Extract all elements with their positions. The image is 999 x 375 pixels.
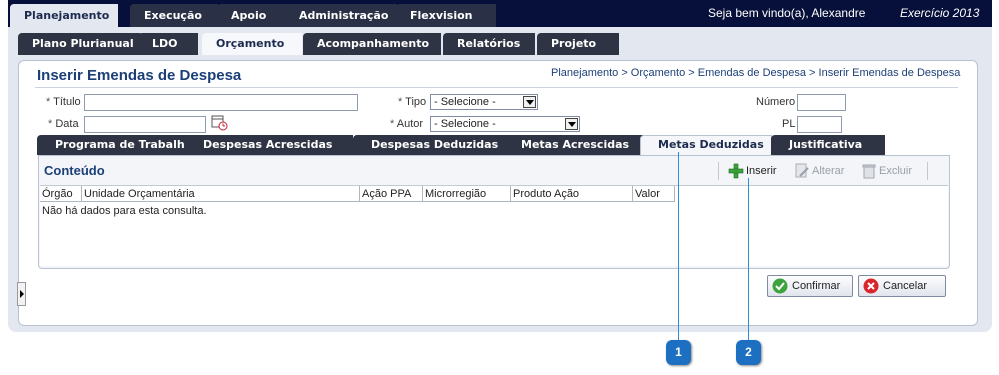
trash-icon — [862, 164, 876, 179]
main-tab-planejamento[interactable]: Planejamento — [10, 4, 118, 27]
tab-label: Programa de Trabalho — [55, 138, 193, 151]
edit-icon — [795, 163, 809, 178]
callout-marker: 2 — [736, 340, 761, 365]
titulo-label: * Título — [46, 96, 81, 108]
main-tab-apoio[interactable]: Apoio — [217, 4, 287, 27]
main-tab-label: Execução — [144, 9, 202, 22]
tipo-select[interactable]: - Selecione - — [430, 94, 538, 110]
add-icon — [728, 163, 744, 179]
main-tab-execucao[interactable]: Execução — [130, 4, 218, 27]
column-header-orgao[interactable]: Órgão — [40, 186, 82, 202]
chevron-down-icon[interactable] — [523, 96, 536, 108]
data-input[interactable] — [84, 116, 206, 133]
sub-navigation-bar: Plano Plurianual LDO Orçamento Acompanha… — [8, 27, 992, 55]
titulo-input[interactable] — [84, 94, 358, 111]
column-header-unidade[interactable]: Unidade Orçamentária — [82, 186, 360, 202]
sub-tab-orcamento[interactable]: Orçamento — [202, 33, 302, 55]
main-tab-label: Flexvision — [410, 9, 473, 22]
sub-tab-projeto[interactable]: Projeto — [537, 33, 619, 55]
column-header-acao-ppa[interactable]: Ação PPA — [360, 186, 423, 202]
tipo-label: * Tipo — [398, 96, 427, 108]
breadcrumb[interactable]: Planejamento > Orçamento > Emendas de De… — [551, 67, 960, 79]
main-tab-label: Administração — [299, 9, 389, 22]
sidebar-toggle[interactable] — [17, 282, 26, 306]
main-tab-label: Apoio — [231, 9, 267, 22]
tab-despesas-acrescidas[interactable]: Despesas Acrescidas — [185, 135, 353, 155]
callout-line — [678, 152, 679, 342]
main-tab-flexvision[interactable]: Flexvision — [396, 4, 496, 27]
sub-tab-label: Orçamento — [216, 37, 285, 50]
tab-label: Metas Deduzidas — [658, 138, 764, 151]
confirm-button[interactable]: Confirmar — [767, 275, 853, 297]
check-icon — [772, 278, 788, 294]
sub-tab-label: LDO — [152, 37, 178, 50]
data-label: * Data — [48, 118, 79, 130]
column-header-produto-acao[interactable]: Produto Ação — [511, 186, 633, 202]
tab-label: Despesas Deduzidas — [371, 138, 499, 151]
tab-label: Despesas Acrescidas — [203, 138, 333, 151]
chevron-down-icon[interactable] — [565, 118, 578, 130]
tab-metas-acrescidas[interactable]: Metas Acrescidas — [503, 135, 643, 155]
sub-tab-label: Projeto — [551, 37, 597, 50]
sub-tab-label: Relatórios — [457, 37, 521, 50]
toolbar-divider — [718, 162, 719, 180]
numero-label: Número — [756, 96, 796, 108]
autor-select[interactable]: - Selecione - — [430, 116, 580, 132]
callout-marker: 1 — [666, 340, 691, 365]
calendar-icon[interactable] — [211, 114, 228, 131]
page-title: Inserir Emendas de Despesa — [37, 67, 242, 84]
autor-label: * Autor — [390, 118, 424, 130]
tab-label: Metas Acrescidas — [521, 138, 630, 151]
column-header-valor[interactable]: Valor — [633, 186, 675, 202]
sub-tab-ldo[interactable]: LDO — [138, 33, 198, 55]
numero-input[interactable] — [797, 94, 846, 111]
data-grid: Órgão Unidade Orçamentária Ação PPA Micr… — [40, 185, 948, 266]
tab-metas-deduzidas[interactable]: Metas Deduzidas — [640, 135, 772, 155]
sub-tab-label: Plano Plurianual — [32, 37, 134, 50]
close-icon — [863, 278, 879, 294]
main-tab-administracao[interactable]: Administração — [285, 4, 397, 27]
empty-message: Não há dados para esta consulta. — [42, 205, 207, 217]
tab-justificativa[interactable]: Justificativa — [771, 135, 885, 155]
tab-label: Justificativa — [789, 138, 863, 151]
sub-tab-label: Acompanhamento — [317, 37, 430, 50]
welcome-message: Seja bem vindo(a), Alexandre — [708, 6, 866, 20]
exercise-year: Exercício 2013 — [900, 6, 980, 20]
toolbar-divider — [927, 162, 928, 180]
callout-line — [748, 178, 749, 342]
sub-tab-relatorios[interactable]: Relatórios — [443, 33, 535, 55]
sub-tab-acompanhamento[interactable]: Acompanhamento — [303, 33, 441, 55]
pl-input[interactable] — [797, 116, 842, 133]
main-tab-label: Planejamento — [24, 9, 110, 22]
sub-tab-plano-plurianual[interactable]: Plano Plurianual — [18, 33, 140, 55]
column-header-microrregiao[interactable]: Microrregião — [423, 186, 511, 202]
content-title: Conteúdo — [44, 163, 105, 178]
pl-label: PL — [782, 118, 796, 130]
tab-despesas-deduzidas[interactable]: Despesas Deduzidas — [353, 135, 507, 155]
inner-tabs: Programa de Trabalho Despesas Acrescidas… — [37, 135, 950, 155]
grid-header: Órgão Unidade Orçamentária Ação PPA Micr… — [40, 186, 675, 202]
tab-programa-de-trabalho[interactable]: Programa de Trabalho — [37, 135, 201, 155]
cancel-button[interactable]: Cancelar — [858, 275, 946, 297]
title-divider — [35, 87, 958, 88]
